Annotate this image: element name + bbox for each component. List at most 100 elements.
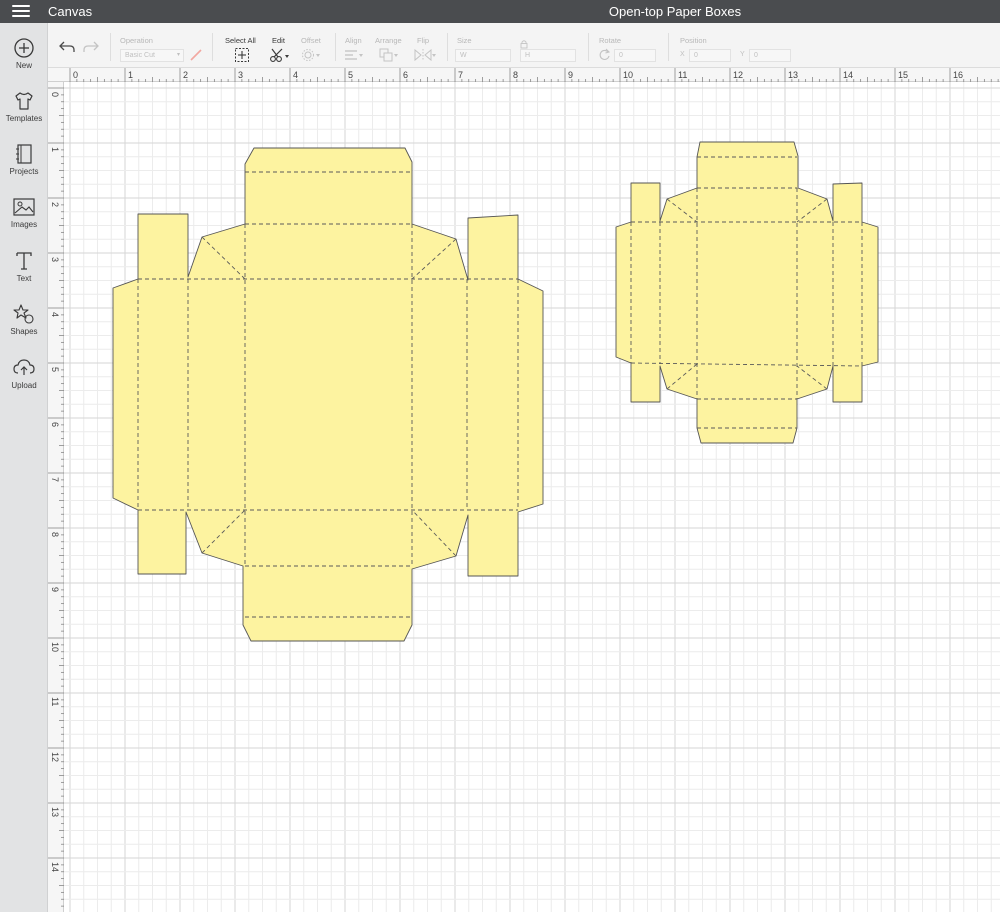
flip-icon[interactable]: [413, 48, 437, 62]
redo-icon[interactable]: [82, 40, 100, 54]
toolbar-divider: [110, 33, 111, 61]
ruler-label: 3: [50, 257, 60, 262]
ruler-label: 8: [513, 70, 518, 80]
ruler-label: 5: [50, 367, 60, 372]
ruler-label: 2: [183, 70, 188, 80]
pen-color-swatch-icon[interactable]: [189, 48, 203, 62]
align-label: Align: [345, 36, 362, 45]
sidebar-item-label: New: [15, 61, 32, 70]
ruler-label: 9: [50, 587, 60, 592]
ruler-label: 1: [50, 147, 60, 152]
large-box-template[interactable]: [112, 147, 544, 642]
select-all-label: Select All: [225, 36, 256, 45]
left-sidebar: New Templates Projects Images Text Shape…: [0, 23, 48, 912]
image-icon: [13, 198, 35, 216]
sidebar-item-text[interactable]: Text: [0, 250, 48, 300]
ruler-label: 2: [50, 202, 60, 207]
ruler-label: 8: [50, 532, 60, 537]
vertical-ruler-ticks: 01234567891011121314: [48, 87, 64, 907]
ruler-label: 5: [348, 70, 353, 80]
offset-label: Offset: [301, 36, 321, 45]
lock-icon[interactable]: [519, 39, 529, 49]
project-title[interactable]: Open-top Paper Boxes: [575, 4, 775, 19]
size-height-input[interactable]: H: [520, 49, 576, 62]
size-width-input[interactable]: W: [455, 49, 511, 62]
edit-label: Edit: [272, 36, 285, 45]
toolbar-divider: [668, 33, 669, 61]
rotate-input[interactable]: 0: [614, 49, 656, 62]
ruler-label: 10: [623, 70, 633, 80]
ruler-label: 4: [293, 70, 298, 80]
position-y-value: 0: [754, 52, 758, 59]
size-width-prefix: W: [460, 52, 467, 59]
select-all-icon[interactable]: [234, 47, 250, 63]
position-x-input[interactable]: 0: [689, 49, 731, 62]
position-x-value: 0: [694, 52, 698, 59]
sidebar-item-label: Projects: [9, 167, 39, 176]
vertical-ruler: 0 1 2 3 4 5 6 7 8 9 10 11 12 13 14: [48, 82, 64, 912]
sidebar-item-label: Upload: [11, 381, 37, 390]
sidebar-item-label: Shapes: [10, 327, 38, 336]
small-box-cut-outline: [615, 141, 879, 444]
ruler-label: 7: [458, 70, 463, 80]
sidebar-item-label: Images: [10, 220, 38, 229]
edit-scissors-icon[interactable]: [269, 47, 291, 63]
ruler-label: 16: [953, 70, 963, 80]
ruler-label: 0: [50, 92, 60, 97]
ruler-label: 10: [50, 642, 60, 652]
undo-icon[interactable]: [58, 40, 76, 54]
flip-label: Flip: [417, 36, 430, 45]
sidebar-item-projects[interactable]: Projects: [0, 143, 48, 193]
sidebar-item-upload[interactable]: Upload: [0, 357, 48, 407]
notebook-icon: [16, 144, 32, 164]
ruler-label: 6: [403, 70, 408, 80]
design-canvas[interactable]: [64, 82, 1000, 912]
size-height-prefix: H: [525, 52, 531, 59]
arrange-label: Arrange: [375, 36, 402, 45]
align-icon[interactable]: [344, 49, 366, 61]
toolbar: Operation Basic Cut ▾ Select All Edit Of…: [48, 23, 1000, 68]
ruler-label: 11: [50, 697, 60, 706]
toolbar-divider: [588, 33, 589, 61]
small-box-template[interactable]: [615, 141, 879, 444]
canvas-drawing: [64, 82, 1000, 912]
position-label: Position: [680, 36, 707, 45]
cloud-upload-icon: [13, 359, 35, 375]
position-y-input[interactable]: 0: [749, 49, 791, 62]
arrange-icon[interactable]: [379, 48, 401, 62]
sidebar-item-images[interactable]: Images: [0, 196, 48, 246]
rotate-icon: [599, 48, 611, 60]
ruler-label: 14: [50, 862, 60, 872]
ruler-label: 15: [898, 70, 908, 80]
position-y-prefix: Y: [740, 51, 745, 58]
ruler-label: 12: [733, 70, 743, 80]
position-x-prefix: X: [680, 51, 685, 58]
text-t-icon: [16, 252, 32, 270]
offset-icon[interactable]: [301, 48, 323, 62]
ruler-label: 4: [50, 312, 60, 317]
tshirt-icon: [15, 92, 33, 110]
ruler-label: 13: [50, 807, 60, 817]
ruler-label: 0: [73, 70, 78, 80]
ruler-label: 3: [238, 70, 243, 80]
rotate-label: Rotate: [599, 36, 622, 45]
shapes-icon: [13, 304, 34, 324]
ruler-label: 9: [568, 70, 573, 80]
top-bar: Canvas Open-top Paper Boxes: [0, 0, 1000, 23]
ruler-label: 14: [843, 70, 853, 80]
operation-select[interactable]: Basic Cut ▾: [120, 49, 184, 62]
sidebar-item-label: Text: [16, 274, 32, 283]
operation-label: Operation: [120, 36, 153, 45]
hamburger-menu-icon[interactable]: [12, 4, 30, 19]
sidebar-item-new[interactable]: New: [0, 37, 48, 87]
ruler-label: 12: [50, 752, 60, 762]
app-title: Canvas: [48, 4, 93, 19]
toolbar-divider: [335, 33, 336, 61]
ruler-label: 6: [50, 422, 60, 427]
horizontal-ruler: 0 1 2 3 4 5 6 7 8 9 10 11 12 13 14 15 16: [48, 68, 1000, 82]
large-box-cut-outline: [112, 147, 544, 642]
sidebar-item-shapes[interactable]: Shapes: [0, 303, 48, 353]
horizontal-ruler-ticks: 0 1 2 3 4 5 6 7 8 9 10 11 12 13 14 15 16: [69, 68, 999, 82]
sidebar-item-templates[interactable]: Templates: [0, 90, 48, 140]
toolbar-divider: [212, 33, 213, 61]
